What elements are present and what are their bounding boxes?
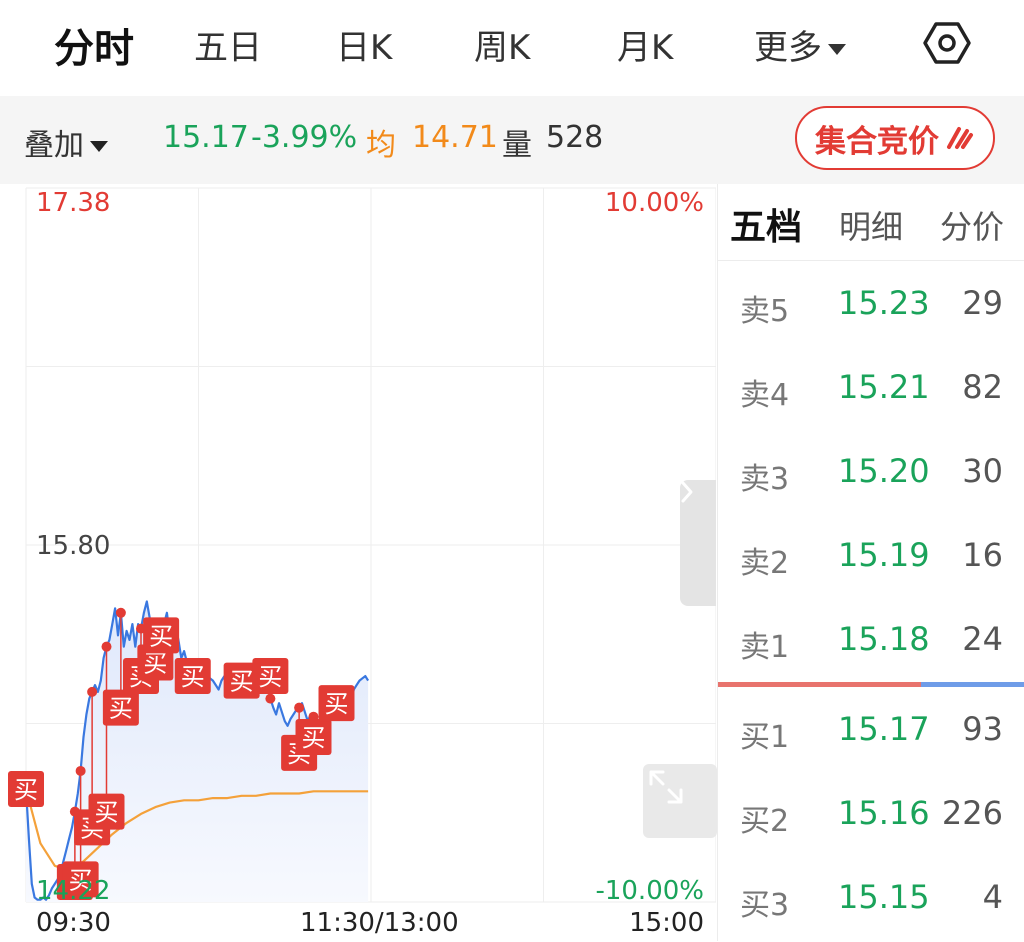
ask-price: 15.18 [838,620,930,658]
ask-row: 卖1 15.18 24 [718,600,1024,684]
y-axis-bottom-price: 14.22 [36,876,111,906]
bid-volume: 93 [962,710,1003,748]
bid-volume: 4 [982,878,1003,916]
ask-price: 15.23 [838,284,930,322]
tab-monthly-k[interactable]: 月K [617,20,673,69]
quote-info-bar: 叠加 15.17 -3.99% 均 14.71 量 528 集合竞价 [0,96,1024,184]
buy-marker-dot [101,641,112,652]
ask-volume: 24 [962,620,1003,658]
call-auction-label: 集合竞价 [815,123,939,160]
y-axis-bottom-percent: -10.00% [595,876,704,906]
ask-price: 15.19 [838,536,930,574]
expand-panel-tab[interactable] [680,480,716,606]
ask-label: 卖1 [740,630,790,665]
tab-trade-details[interactable]: 明细 [839,202,903,248]
volume-label: 量 [502,128,532,163]
overlay-label: 叠加 [24,128,84,163]
y-axis-mid-price: 15.80 [36,531,111,561]
hexagon-settings-icon[interactable] [922,18,972,68]
ask-volume: 82 [962,368,1003,406]
average-label: 均 [366,128,396,163]
order-book-panel: 五档 明细 分价 卖5 15.23 29 卖4 15.21 82 卖3 15.2… [717,184,1024,941]
buy-marker-dot [87,686,98,697]
buy-marker-label: 买 [181,663,205,691]
buy-marker-label: 买 [109,695,133,723]
bid-label: 买3 [740,888,790,923]
bid-pressure-bar [921,682,1024,687]
chevron-down-icon [828,44,846,55]
current-price: 15.17 [163,120,249,155]
buy-marker-dot [294,702,305,713]
average-price: 14.71 [412,120,498,155]
x-axis-end-time: 15:00 [629,908,704,938]
ask-label: 卖3 [740,462,790,497]
tab-weekly-k[interactable]: 周K [474,20,530,69]
bid-price: 15.15 [838,878,930,916]
bid-price: 15.16 [838,794,930,832]
bid-label: 买2 [740,804,790,839]
ask-volume: 29 [962,284,1003,322]
bid-price: 15.17 [838,710,930,748]
change-percent: -3.99% [251,120,358,155]
buy-marker-dot [75,765,86,776]
buy-marker-label: 买 [302,724,326,752]
y-axis-top-price: 17.38 [36,188,111,218]
ask-label: 卖2 [740,546,790,581]
buy-marker-dot [115,607,126,618]
intraday-chart-svg: 买买买买买买买买买买买买买买买 [8,187,716,903]
tab-five-day[interactable]: 五日 [194,20,262,69]
tab-more-label: 更多 [754,28,822,68]
ask-row: 卖3 15.20 30 [718,432,1024,516]
book-divider [718,260,1024,261]
ask-price: 15.21 [838,368,930,406]
tab-price-distribution[interactable]: 分价 [940,202,1004,248]
buy-marker-label: 买 [258,663,282,691]
x-axis-start-time: 09:30 [36,908,111,938]
buy-marker-label: 买 [143,649,167,677]
tab-daily-k[interactable]: 日K [336,20,392,69]
buy-marker-label: 买 [325,690,349,718]
buy-marker-label: 买 [149,622,173,650]
bid-row: 买3 15.15 4 [718,858,1024,942]
bid-volume: 226 [941,794,1003,832]
ask-row: 卖2 15.19 16 [718,516,1024,600]
tab-intraday[interactable]: 分时 [54,16,134,74]
tab-five-levels[interactable]: 五档 [730,198,802,250]
tab-more[interactable]: 更多 [754,20,846,69]
ask-price: 15.20 [838,452,930,490]
ask-volume: 30 [962,452,1003,490]
buy-marker-label: 买 [14,776,38,804]
caret-down-icon [90,141,108,152]
buy-marker-dot [265,693,276,704]
bid-row: 买2 15.16 226 [718,774,1024,858]
volume-value: 528 [546,120,604,155]
period-tab-bar: 分时 五日 日K 周K 月K 更多 [0,0,1024,90]
ask-label: 卖4 [740,378,790,413]
buy-marker-label: 买 [230,668,254,696]
ask-volume: 16 [962,536,1003,574]
buy-marker-label: 买 [95,799,119,827]
overlay-button[interactable]: 叠加 [24,120,108,164]
lightning-icon [947,127,973,149]
ask-label: 卖5 [740,294,790,329]
ask-row: 卖4 15.21 82 [718,348,1024,432]
fullscreen-expand-icon [649,770,683,804]
bid-row: 买1 15.17 93 [718,690,1024,774]
intraday-chart[interactable]: 买买买买买买买买买买买买买买买 17.38 10.00% 15.80 14.22… [0,184,717,941]
ask-pressure-bar [718,682,921,687]
ask-row: 卖5 15.23 29 [718,264,1024,348]
fullscreen-button[interactable] [643,764,717,838]
chevron-right-icon [681,481,693,503]
y-axis-top-percent: 10.00% [604,188,704,218]
x-axis-mid-time: 11:30/13:00 [300,908,459,938]
bid-label: 买1 [740,720,790,755]
call-auction-button[interactable]: 集合竞价 [795,106,995,170]
